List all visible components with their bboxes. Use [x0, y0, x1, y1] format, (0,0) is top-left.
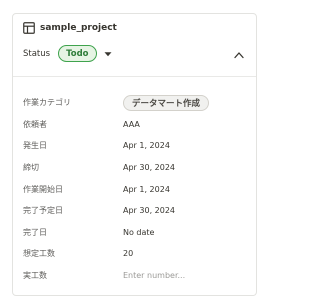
property-value[interactable]: Apr 30, 2024	[123, 206, 175, 215]
property-row-category: 作業カテゴリ データマート作成	[23, 92, 246, 114]
chevron-up-icon[interactable]	[234, 51, 244, 59]
actual-hours-input[interactable]: Enter number...	[123, 271, 185, 280]
property-value[interactable]: 20	[123, 249, 133, 258]
property-row-occurrence-date: 発生日 Apr 1, 2024	[23, 135, 246, 157]
status-row: Status Todo	[23, 45, 113, 62]
property-row-requester: 依頼者 AAA	[23, 114, 246, 136]
property-value[interactable]: AAA	[123, 120, 140, 129]
property-label: 完了予定日	[23, 206, 63, 216]
property-row-completion-date: 完了日 No date	[23, 222, 246, 244]
property-value[interactable]: Apr 1, 2024	[123, 185, 170, 194]
property-value[interactable]: Apr 30, 2024	[123, 163, 175, 172]
header-divider	[13, 76, 256, 77]
property-row-start-date: 作業開始日 Apr 1, 2024	[23, 178, 246, 200]
property-label: 想定工数	[23, 249, 55, 259]
property-row-planned-completion: 完了予定日 Apr 30, 2024	[23, 200, 246, 222]
property-label: 発生日	[23, 141, 47, 151]
card-title-row[interactable]: sample_project	[23, 22, 117, 34]
property-list: 作業カテゴリ データマート作成 依頼者 AAA 発生日 Apr 1, 2024 …	[23, 92, 246, 286]
property-value[interactable]: No date	[123, 228, 154, 237]
card-title[interactable]: sample_project	[40, 23, 117, 33]
category-badge[interactable]: データマート作成	[123, 94, 210, 111]
caret-down-icon[interactable]	[103, 49, 113, 59]
property-value[interactable]: Apr 1, 2024	[123, 141, 170, 150]
property-row-actual-hours: 実工数 Enter number...	[23, 265, 246, 287]
property-label: 締切	[23, 163, 39, 173]
property-label: 作業開始日	[23, 184, 63, 194]
card-header: sample_project Status Todo	[13, 14, 256, 76]
property-label: 依頼者	[23, 119, 47, 129]
task-card: sample_project Status Todo 作業カテゴリ データマート…	[12, 13, 257, 296]
table-icon	[23, 22, 35, 34]
property-label: 実工数	[23, 271, 47, 281]
property-row-deadline: 締切 Apr 30, 2024	[23, 157, 246, 179]
property-row-estimated-hours: 想定工数 20	[23, 243, 246, 265]
status-label: Status	[23, 48, 51, 59]
property-label: 完了日	[23, 227, 47, 237]
property-label: 作業カテゴリ	[23, 98, 71, 108]
status-badge[interactable]: Todo	[58, 45, 97, 62]
